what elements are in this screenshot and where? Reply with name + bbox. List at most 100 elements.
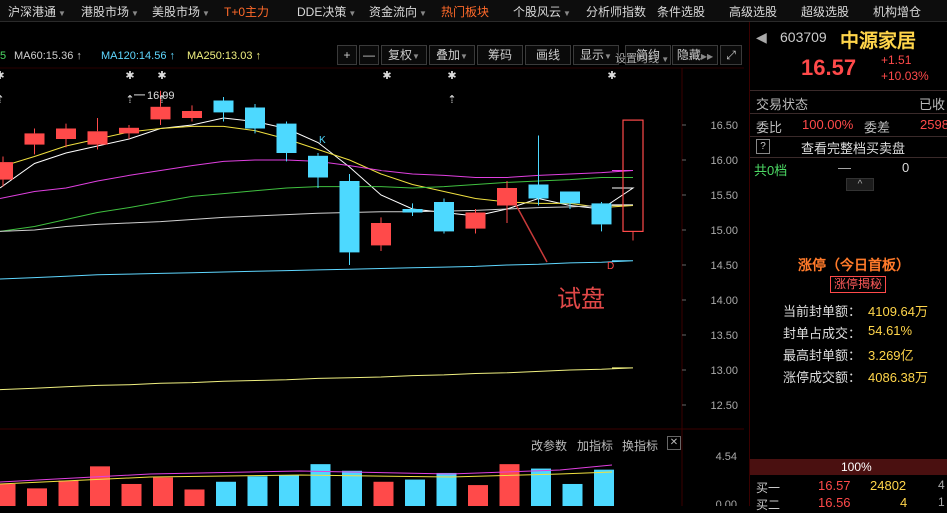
- d-marker: D: [607, 261, 614, 272]
- chips-button[interactable]: 筹码: [477, 45, 523, 65]
- menu-item-7[interactable]: 个股风云 ▼: [513, 3, 571, 20]
- chevrons-right-icon: ▶▶: [700, 52, 714, 61]
- annotation-text: 试盘: [557, 285, 605, 313]
- limit-up-reveal-button[interactable]: 涨停揭秘: [830, 276, 887, 293]
- ma120-label: MA120:14.56 ↑: [101, 50, 175, 62]
- menu-item-5[interactable]: 资金流向 ▼: [369, 3, 427, 20]
- limit-turnover-value: 4086.38万: [868, 370, 928, 385]
- weibi-label: 委比: [756, 120, 783, 135]
- bid-2-label: 买二: [756, 498, 781, 512]
- menu-item-4[interactable]: DDE决策 ▼: [297, 3, 356, 20]
- volume-bar: [216, 481, 236, 506]
- candle: [371, 223, 391, 246]
- y-tick-label: 16.00: [710, 155, 738, 167]
- seal-amount-value: 4109.64万: [868, 304, 928, 319]
- chevron-down-icon: ▼: [412, 52, 420, 61]
- stock-name: 中源家居: [840, 31, 917, 52]
- chevron-down-icon: ▼: [131, 9, 139, 18]
- chevron-down-icon: ▼: [563, 9, 571, 18]
- menu-item-6[interactable]: 热门板块: [441, 3, 489, 20]
- volume-bar: [310, 464, 331, 506]
- star-marker-icon: ✱: [125, 70, 134, 82]
- annotation-arrow: [515, 204, 548, 263]
- candle: [119, 127, 139, 134]
- max-seal-label: 最高封单额：: [783, 348, 862, 363]
- candle: [591, 203, 612, 225]
- menu-item-0[interactable]: 沪深港通 ▼: [8, 3, 66, 20]
- chevron-down-icon: ▼: [419, 9, 427, 18]
- chevron-down-icon: ▼: [604, 52, 612, 61]
- swap-indicator-link[interactable]: 换指标: [622, 437, 658, 454]
- menu-item-11[interactable]: 超级选股: [801, 3, 849, 20]
- overlay-button[interactable]: 叠加▼: [429, 45, 475, 65]
- hide-button[interactable]: 隐藏▶▶: [672, 45, 718, 65]
- weibi-value: 100.00%: [802, 117, 854, 132]
- close-icon[interactable]: ✕: [667, 436, 681, 450]
- zoom-in-button[interactable]: +: [337, 45, 357, 65]
- zoom-out-button[interactable]: —: [359, 45, 379, 65]
- limit-turnover-label: 涨停成交额：: [783, 370, 862, 385]
- y-tick-label: 14.50: [710, 260, 738, 272]
- fuquan-button[interactable]: 复权▼: [381, 45, 427, 65]
- ma-settings-link[interactable]: 设置均线 ▼: [615, 50, 669, 66]
- chevron-down-icon: ▼: [348, 9, 357, 18]
- star-marker-icon: ✱: [157, 70, 166, 82]
- arrow-up-icon: ↑: [169, 50, 176, 62]
- star-marker-icon: ✱: [0, 70, 5, 82]
- modify-params-link[interactable]: 改参数: [531, 437, 567, 454]
- arrow-up-icon: ⇡: [125, 94, 134, 106]
- bid-2-price: 16.56: [818, 495, 851, 510]
- ma250-label: MA250:13.03 ↑: [187, 50, 261, 62]
- add-indicator-link[interactable]: 加指标: [577, 437, 613, 454]
- help-icon[interactable]: ?: [756, 139, 770, 154]
- volume-bar: [405, 479, 425, 506]
- volume-bar: [562, 483, 583, 506]
- volume-bar: [468, 485, 488, 506]
- menu-item-2[interactable]: 美股市场 ▼: [152, 3, 210, 20]
- seal-amount-label: 当前封单额：: [783, 304, 862, 319]
- display-button[interactable]: 显示▼: [573, 45, 619, 65]
- arrow-up-icon: ⇡: [447, 94, 456, 106]
- candle: [87, 131, 108, 145]
- candle: [434, 202, 454, 232]
- menu-item-10[interactable]: 高级选股: [729, 3, 777, 20]
- volume-bar: [373, 481, 394, 506]
- kline-chart-area: 16.50 16.00 15.50 15.00 14.50 14.00 13.50 13.00…: [0, 22, 744, 506]
- menu-item-12[interactable]: 机构增仓: [873, 3, 921, 20]
- seal-ratio-label: 封单占成交：: [783, 326, 862, 341]
- draw-line-button[interactable]: 画线: [525, 45, 571, 65]
- candle: [213, 100, 234, 113]
- star-marker-icon: ✱: [382, 70, 391, 82]
- menu-item-8[interactable]: 分析师指数: [586, 3, 646, 20]
- back-arrow-icon[interactable]: ◀: [756, 29, 767, 46]
- full-order-book-link[interactable]: 查看完整档买卖盘: [801, 138, 905, 157]
- volume-bar: [436, 472, 457, 506]
- bid-1-price: 16.57: [818, 478, 851, 493]
- candle: [560, 191, 580, 204]
- ma120-value: MA120:14.56: [101, 50, 167, 62]
- status-value: 已收: [919, 97, 946, 112]
- volume-bar: [184, 489, 205, 506]
- collapse-button[interactable]: ^: [846, 178, 874, 191]
- menu-item-label: 港股市场: [81, 5, 130, 19]
- fullscreen-icon[interactable]: ⤢: [720, 45, 742, 65]
- fuquan-label: 复权: [388, 48, 413, 62]
- chevron-down-icon: ▼: [202, 9, 210, 18]
- overlay-label: 叠加: [436, 48, 461, 62]
- bid-1-extra: 4: [938, 478, 945, 492]
- ma-line-ma60: [0, 204, 634, 232]
- current-price: 16.57: [801, 55, 857, 80]
- menu-item-9[interactable]: 条件选股: [657, 3, 705, 20]
- star-marker-icon: ✱: [607, 70, 616, 82]
- y-tick-label: 14.00: [710, 295, 738, 307]
- star-marker-icon: ✱: [447, 70, 456, 82]
- chevron-up-icon: ^: [857, 179, 863, 190]
- menu-item-3[interactable]: T+0主力: [224, 3, 269, 20]
- candle: [308, 155, 328, 178]
- kline-chart[interactable]: 16.50 16.00 15.50 15.00 14.50 14.00 13.50 13.00…: [0, 22, 744, 506]
- max-seal-value: 3.269亿: [868, 348, 914, 363]
- y-tick-label: 12.50: [710, 400, 738, 412]
- bid-1-label: 买一: [756, 481, 781, 495]
- menu-item-1[interactable]: 港股市场 ▼: [81, 3, 139, 20]
- volume-bar: [90, 466, 110, 506]
